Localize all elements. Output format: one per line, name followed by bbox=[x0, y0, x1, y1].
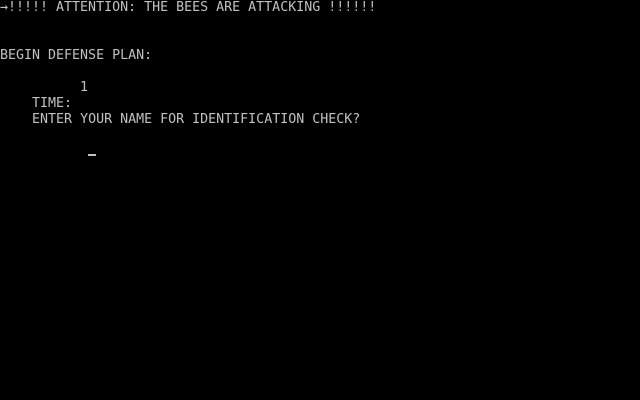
terminal-screen: →!!!!! ATTENTION: THE BEES ARE ATTACKING… bbox=[0, 0, 640, 400]
defense-plan-heading: BEGIN DEFENSE PLAN: bbox=[0, 48, 153, 63]
text-cursor bbox=[88, 154, 97, 156]
name-prompt-text: ENTER YOUR NAME FOR IDENTIFICATION CHECK… bbox=[32, 112, 361, 127]
attention-banner: →!!!!! ATTENTION: THE BEES ARE ATTACKING… bbox=[0, 0, 377, 15]
time-row: TIME: 1 bbox=[0, 80, 88, 111]
name-prompt-row: ENTER YOUR NAME FOR IDENTIFICATION CHECK… bbox=[0, 96, 360, 156]
time-value: 1 bbox=[80, 80, 89, 95]
name-input[interactable] bbox=[32, 128, 97, 176]
